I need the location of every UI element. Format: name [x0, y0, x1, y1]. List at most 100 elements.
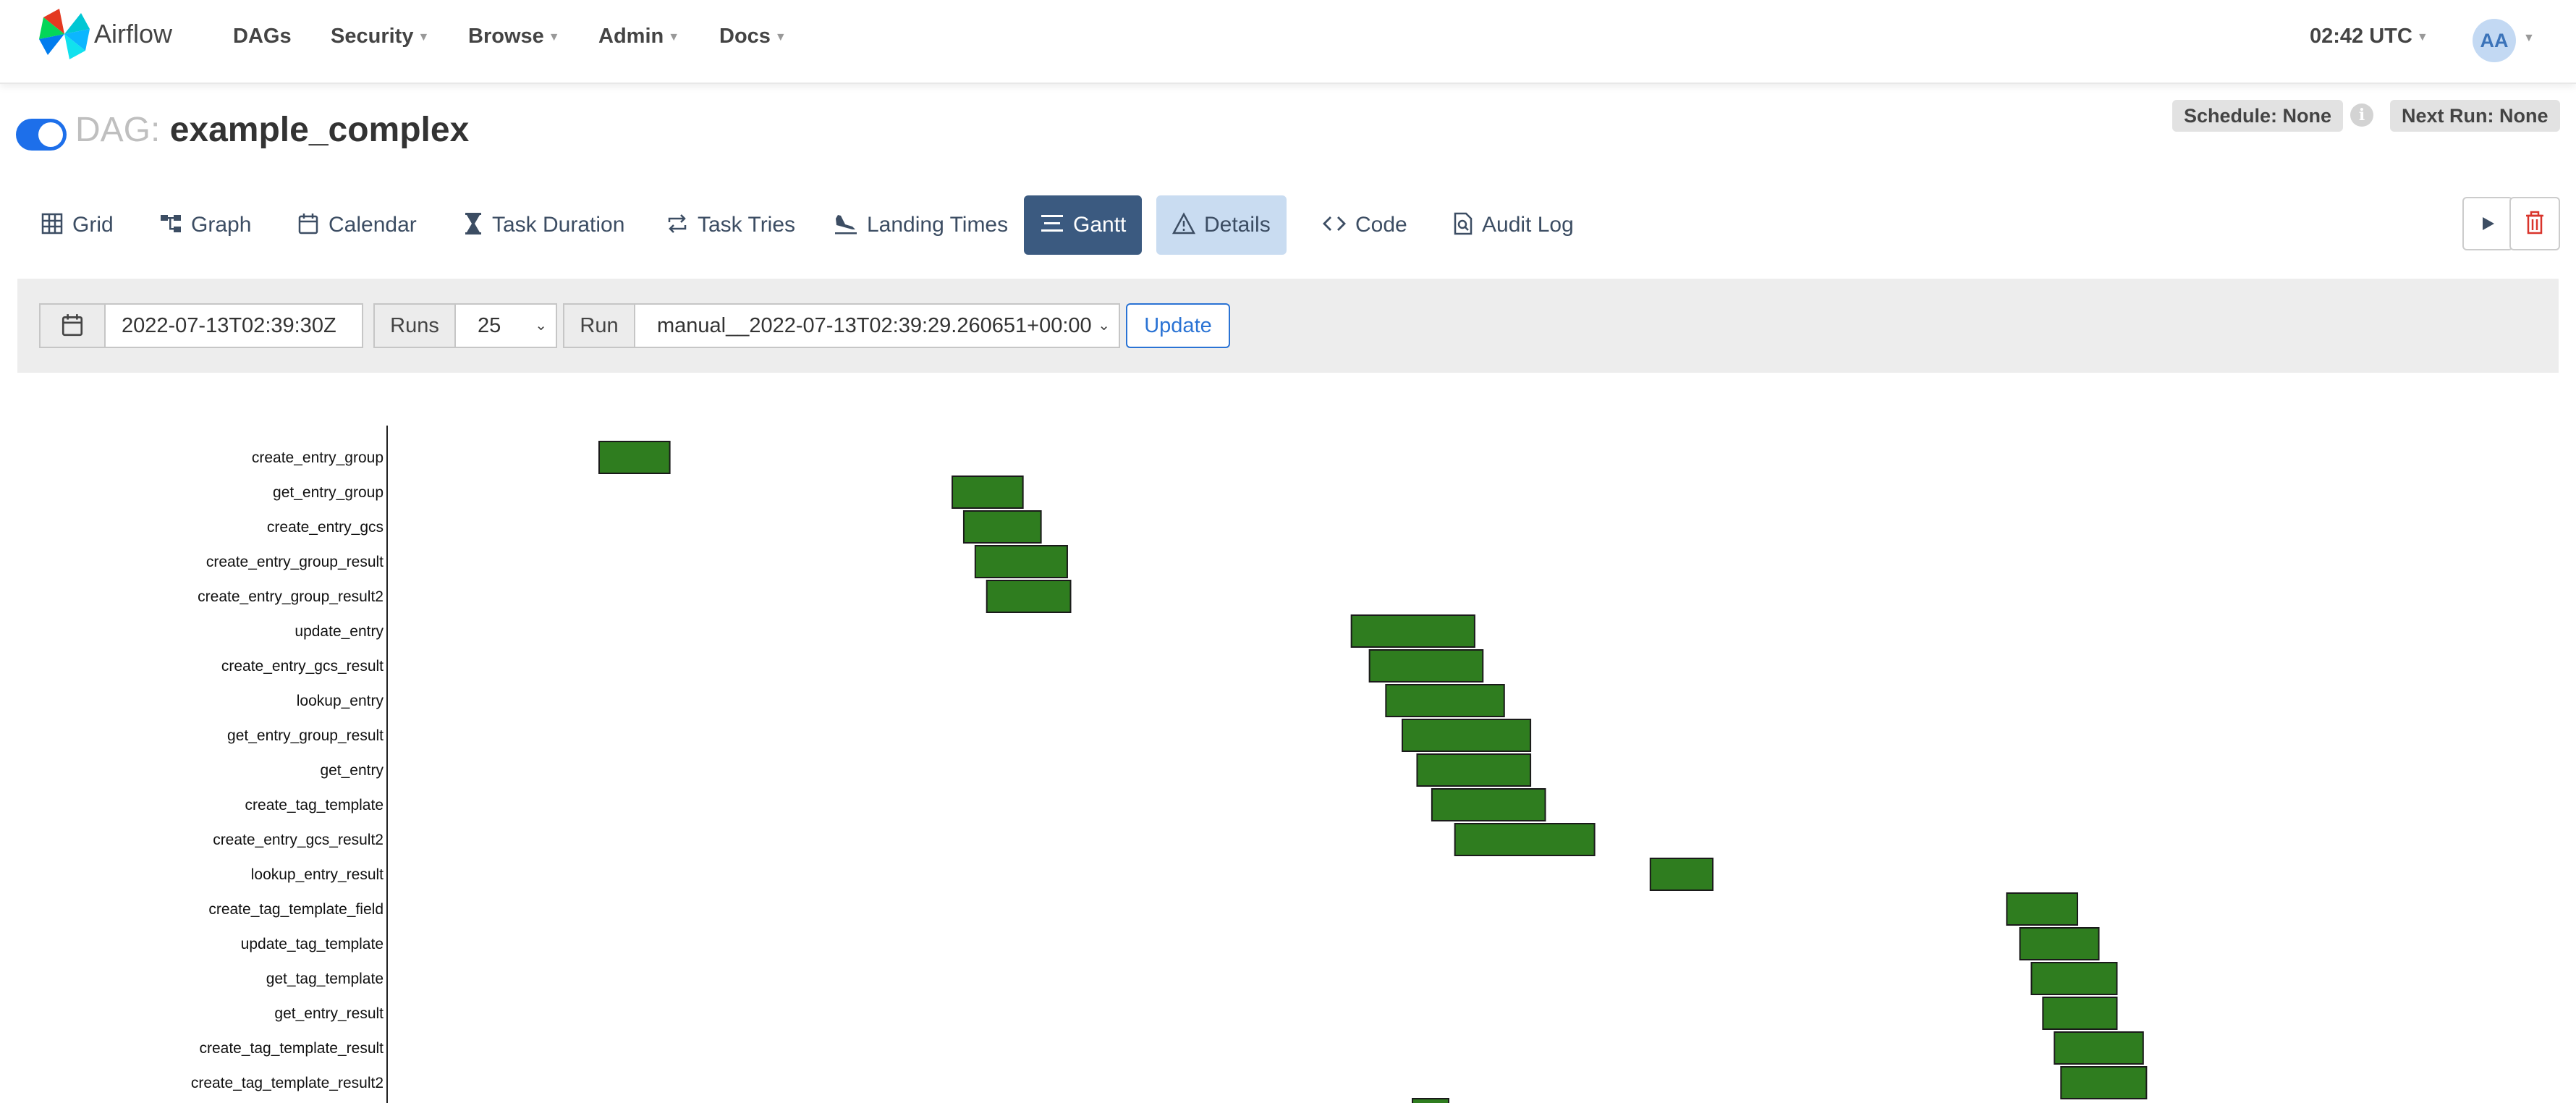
task-label: get_entry_group: [273, 484, 384, 501]
task-bar-get-entry-group-result[interactable]: [1402, 719, 1532, 752]
task-label: get_entry: [320, 762, 384, 779]
tab-label: Task Tries: [698, 213, 796, 237]
task-label: create_entry_gcs_result2: [213, 832, 384, 848]
gantt-chart: create_entry_group get_entry_group create_…: [0, 405, 2576, 1103]
gantt-filter-bar: 2022-07-13T02:39:30Z Runs 25 ⌄ Run manual…: [17, 279, 2559, 373]
tab-details[interactable]: Details: [1156, 195, 1287, 255]
task-bar-create-entry-gcs-result[interactable]: [1368, 649, 1484, 682]
trigger-dag-button[interactable]: [2462, 197, 2513, 250]
code-icon: [1323, 216, 1346, 232]
info-icon[interactable]: i: [2350, 103, 2373, 127]
dag-title: DAG: example_complex: [75, 110, 469, 150]
task-bar-get-entry-group[interactable]: [952, 476, 1024, 509]
tab-graph[interactable]: Graph: [143, 195, 267, 255]
calendar-icon: [298, 214, 318, 234]
nav-admin[interactable]: Admin ▼: [598, 25, 679, 48]
task-bar-partial[interactable]: [1412, 1098, 1449, 1103]
run-select[interactable]: manual__2022-07-13T02:39:29.260651+00:00…: [634, 303, 1120, 348]
task-bar-get-entry[interactable]: [1416, 753, 1532, 787]
task-label-column: create_entry_group get_entry_group create_…: [0, 405, 384, 1103]
task-label: create_tag_template_result: [199, 1040, 384, 1057]
tab-label: Details: [1204, 213, 1271, 237]
timezone-clock[interactable]: 02:42 UTC ▼: [2310, 25, 2428, 48]
chevron-down-icon: ⌄: [535, 318, 547, 334]
nav-dags[interactable]: DAGs: [233, 25, 292, 48]
task-bar-update-tag-template[interactable]: [2019, 927, 2100, 960]
hourglass-icon: [465, 213, 481, 235]
task-label: create_entry_gcs_result: [221, 658, 384, 675]
delete-dag-button[interactable]: [2509, 197, 2560, 250]
task-label: lookup_entry: [296, 693, 384, 709]
run-label: Run: [563, 303, 635, 348]
task-label: create_entry_group_result: [206, 554, 384, 570]
tab-grid[interactable]: Grid: [25, 195, 130, 255]
task-bar-get-tag-template[interactable]: [2030, 962, 2118, 995]
task-bar-lookup-entry[interactable]: [1385, 684, 1505, 717]
task-label: update_entry: [295, 623, 384, 640]
tab-landing-times[interactable]: Landing Times: [818, 195, 1024, 255]
update-button[interactable]: Update: [1126, 303, 1230, 348]
task-bar-lookup-entry-result[interactable]: [1649, 858, 1714, 891]
tab-label: Graph: [191, 213, 252, 237]
date-picker-button[interactable]: [39, 303, 106, 348]
task-bar-create-entry-group-result2[interactable]: [986, 580, 1072, 613]
nav-docs[interactable]: Docs ▼: [719, 25, 787, 48]
tab-label: Task Duration: [492, 213, 625, 237]
task-bar-create-entry-gcs[interactable]: [962, 510, 1042, 544]
nav-browse[interactable]: Browse ▼: [468, 25, 560, 48]
tab-gantt[interactable]: Gantt: [1024, 195, 1143, 255]
plane-landing-icon: [835, 215, 857, 234]
chevron-down-icon[interactable]: ▼: [2523, 32, 2535, 45]
next-run-badge: Next Run: None: [2390, 100, 2560, 132]
task-label: create_tag_template: [245, 797, 384, 813]
tab-label: Code: [1355, 213, 1407, 237]
task-label: create_entry_group_result2: [198, 588, 384, 605]
file-search-icon: [1454, 212, 1473, 235]
task-label: get_entry_result: [274, 1005, 384, 1022]
chevron-down-icon: ▼: [418, 31, 430, 43]
repeat-icon: [668, 214, 687, 233]
task-bar-create-tag-template[interactable]: [1431, 788, 1546, 821]
schedule-badge: Schedule: None: [2172, 100, 2344, 132]
task-bar-create-tag-template-result2[interactable]: [2060, 1066, 2148, 1099]
task-label: update_tag_template: [240, 936, 384, 952]
task-bar-create-tag-template-result[interactable]: [2054, 1031, 2144, 1065]
run-value: manual__2022-07-13T02:39:29.260651+00:00: [657, 314, 1092, 337]
task-bar-get-entry-result[interactable]: [2042, 997, 2118, 1030]
task-bar-update-entry[interactable]: [1350, 614, 1475, 648]
task-label: create_tag_template_field: [208, 901, 384, 918]
calendar-icon: [62, 314, 83, 337]
tab-code[interactable]: Code: [1306, 195, 1423, 255]
task-label: create_entry_gcs: [266, 519, 384, 536]
gantt-plot: [386, 426, 2148, 1103]
task-bar-create-entry-group[interactable]: [598, 441, 671, 474]
chevron-down-icon: ⌄: [1098, 318, 1110, 334]
base-date-input[interactable]: 2022-07-13T02:39:30Z: [104, 303, 363, 348]
tab-label: Grid: [72, 213, 114, 237]
gantt-icon: [1041, 215, 1063, 232]
nav-security[interactable]: Security ▼: [331, 25, 429, 48]
runs-select[interactable]: 25 ⌄: [454, 303, 557, 348]
task-bar-create-entry-group-result[interactable]: [974, 545, 1068, 578]
tab-task-duration[interactable]: Task Duration: [447, 195, 640, 255]
task-bar-create-tag-template-field[interactable]: [2006, 892, 2078, 926]
task-label: get_tag_template: [266, 971, 384, 987]
toggle-knob: [38, 122, 63, 147]
brand-name[interactable]: Airflow: [94, 19, 172, 49]
task-label: create_entry_group: [251, 449, 384, 466]
user-avatar[interactable]: AA: [2473, 19, 2516, 62]
tab-task-tries[interactable]: Task Tries: [650, 195, 811, 255]
task-bar-create-entry-gcs-result2[interactable]: [1454, 823, 1596, 856]
airflow-logo-icon[interactable]: [38, 7, 91, 61]
warning-triangle-icon: [1172, 212, 1196, 234]
tab-audit-log[interactable]: Audit Log: [1437, 195, 1590, 255]
tab-calendar[interactable]: Calendar: [281, 195, 433, 255]
dag-pause-toggle[interactable]: [16, 119, 67, 151]
chevron-down-icon: ▼: [774, 31, 787, 43]
play-icon: [2483, 217, 2494, 230]
grid-icon: [41, 213, 63, 234]
chevron-down-icon: ▼: [548, 31, 560, 43]
tab-label: Landing Times: [867, 213, 1009, 237]
task-label: create_tag_template_result2: [190, 1075, 384, 1091]
dag-name[interactable]: example_complex: [170, 111, 470, 149]
